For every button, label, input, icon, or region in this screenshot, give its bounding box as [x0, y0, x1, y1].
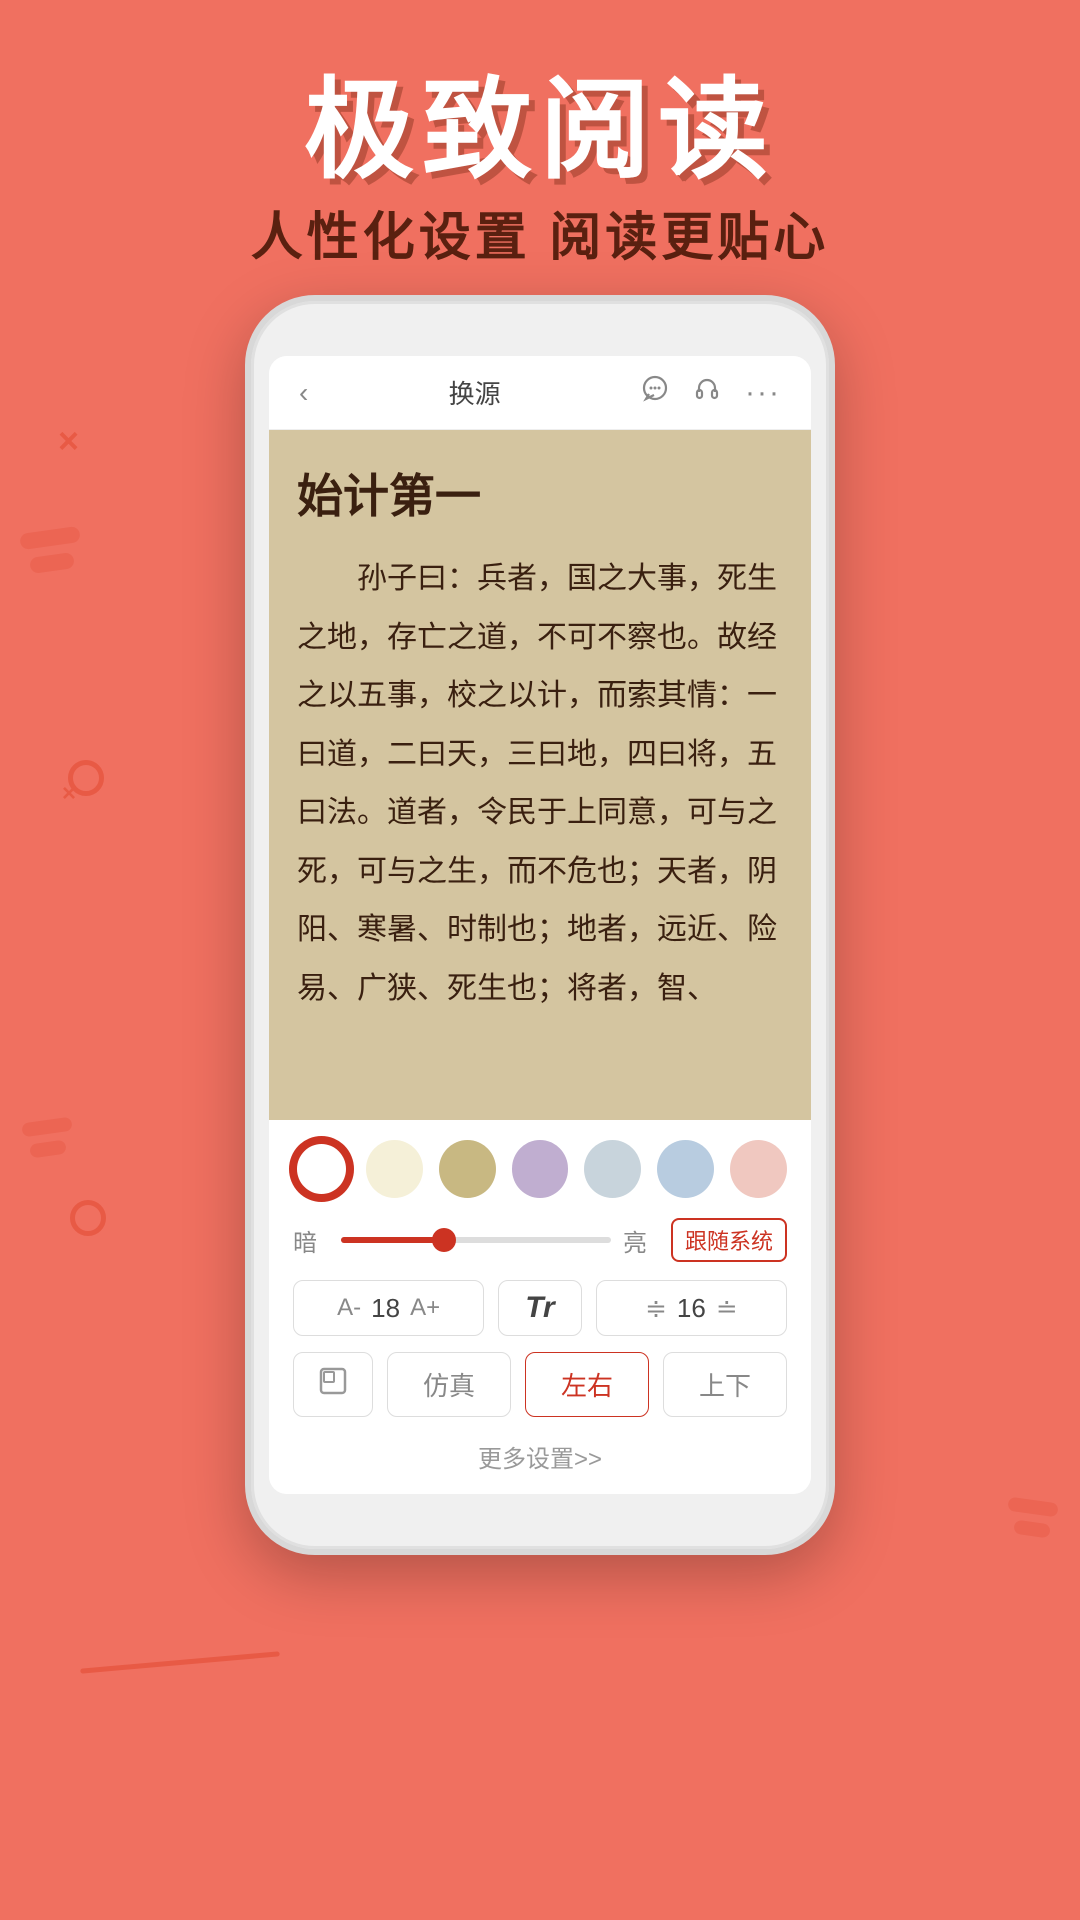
- deco-x-3: ×: [62, 780, 76, 808]
- color-swatch-white[interactable]: [293, 1140, 350, 1198]
- deco-stripe-5: [1007, 1497, 1058, 1518]
- line-increase-btn[interactable]: ≐: [716, 1293, 738, 1324]
- scroll-mode-button[interactable]: [293, 1352, 373, 1417]
- topbar-icons: ···: [641, 375, 781, 410]
- line-decrease-btn[interactable]: ≑: [645, 1293, 667, 1324]
- topbar-title: 换源: [449, 374, 501, 411]
- brightness-row: 暗 亮 跟随系统: [293, 1218, 787, 1262]
- page-mode-row: 仿真 左右 上下: [293, 1352, 787, 1417]
- left-right-mode-button[interactable]: 左右: [525, 1352, 649, 1417]
- brightness-slider[interactable]: [341, 1237, 611, 1243]
- color-swatch-lavender[interactable]: [512, 1140, 569, 1198]
- color-swatch-sky[interactable]: [657, 1140, 714, 1198]
- settings-panel: 暗 亮 跟随系统 A- 18 A+ Tr: [269, 1120, 811, 1494]
- slider-fill: [341, 1237, 444, 1243]
- chapter-title: 始计第一: [297, 460, 783, 526]
- up-down-mode-button[interactable]: 上下: [663, 1352, 787, 1417]
- deco-stripe-2: [29, 552, 75, 574]
- phone-screen: ‹ 换源: [269, 356, 811, 1494]
- headphone-icon[interactable]: [693, 375, 721, 410]
- deco-circle-1: [68, 760, 104, 796]
- light-label: 亮: [623, 1223, 659, 1258]
- simulation-mode-button[interactable]: 仿真: [387, 1352, 511, 1417]
- follow-system-button[interactable]: 跟随系统: [671, 1218, 787, 1262]
- dark-label: 暗: [293, 1223, 329, 1258]
- chat-icon[interactable]: [641, 375, 669, 410]
- line-spacing-box: ≑ 16 ≐: [596, 1280, 787, 1336]
- color-swatch-cream[interactable]: [366, 1140, 423, 1198]
- book-text: 孙子曰：兵者，国之大事，死生之地，存亡之道，不可不察也。故经之以五事，校之以计，…: [297, 550, 783, 1018]
- font-settings-row: A- 18 A+ Tr ≑ 16 ≐: [293, 1280, 787, 1336]
- subtitle: 人性化设置 阅读更贴心: [0, 195, 1080, 270]
- deco-stripe-3: [21, 1117, 72, 1138]
- color-swatches: [293, 1140, 787, 1198]
- deco-stripe-6: [1013, 1520, 1051, 1539]
- deco-stripe-4: [29, 1140, 67, 1159]
- deco-circle-2: [70, 1200, 106, 1236]
- phone-frame: ‹ 换源: [245, 295, 835, 1555]
- main-title: 极致阅读: [0, 40, 1080, 200]
- color-swatch-lightblue[interactable]: [584, 1140, 641, 1198]
- font-type-box[interactable]: Tr: [498, 1280, 581, 1336]
- back-button[interactable]: ‹: [299, 377, 308, 409]
- deco-line-1: [80, 1651, 280, 1673]
- font-size-box: A- 18 A+: [293, 1280, 484, 1336]
- font-size-value: 18: [371, 1293, 400, 1324]
- line-spacing-value: 16: [677, 1293, 706, 1324]
- deco-x-1: ×: [58, 420, 79, 462]
- font-type-label: Tr: [525, 1291, 554, 1325]
- slider-thumb[interactable]: [432, 1228, 456, 1252]
- phone-topbar: ‹ 换源: [269, 356, 811, 430]
- font-increase-btn[interactable]: A+: [410, 1294, 440, 1322]
- more-icon[interactable]: ···: [745, 376, 781, 410]
- font-decrease-btn[interactable]: A-: [337, 1294, 361, 1322]
- more-settings[interactable]: 更多设置>>: [293, 1431, 787, 1478]
- color-swatch-tan[interactable]: [439, 1140, 496, 1198]
- color-swatch-pink[interactable]: [730, 1140, 787, 1198]
- book-content[interactable]: 始计第一 孙子曰：兵者，国之大事，死生之地，存亡之道，不可不察也。故经之以五事，…: [269, 430, 811, 1120]
- deco-stripe-1: [19, 526, 81, 550]
